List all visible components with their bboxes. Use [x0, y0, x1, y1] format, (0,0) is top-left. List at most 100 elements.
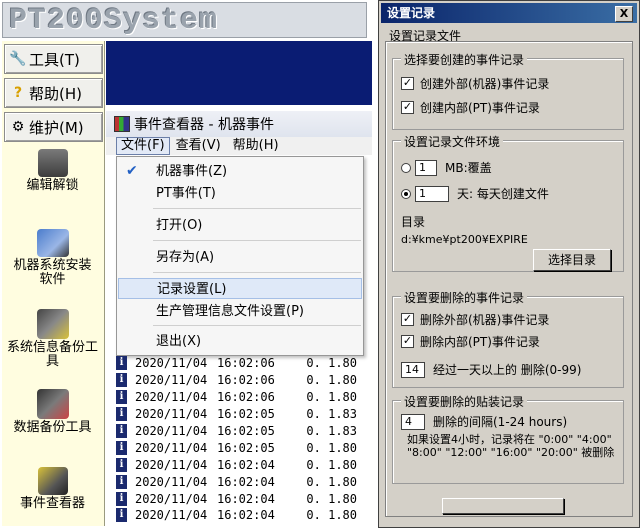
- checkbox-label: 创建外部(机器)事件记录: [420, 77, 550, 91]
- log-settings-dialog: 设置记录 X 设置记录文件 选择要创建的事件记录 ✓ 创建外部(机器)事件记录 …: [378, 0, 640, 528]
- directory-label: 目录: [401, 215, 426, 229]
- event-viewer-app-icon: [114, 116, 130, 132]
- menu-separator: [153, 208, 361, 209]
- log-row[interactable]: i 2020/11/04 16:02:05 0. 1.80: [116, 439, 366, 456]
- select-directory-button[interactable]: 选择目录: [533, 249, 611, 271]
- log-row[interactable]: i 2020/11/04 16:02:05 0. 1.83: [116, 406, 366, 423]
- tool-install-software[interactable]: 机器系统安装软件: [2, 229, 103, 287]
- menu-item-log-settings[interactable]: 记录设置(L): [118, 278, 362, 299]
- info-icon: i: [116, 508, 127, 523]
- interval-row: 4 删除的间隔(1-24 hours): [401, 413, 567, 430]
- tool-event-viewer-label: 事件查看器: [19, 496, 85, 511]
- dialog-title: 设置记录: [387, 6, 436, 20]
- event-log-list: i 2020/11/04 16:02:06 0. 1.80 i 2020/11/04 16:…: [116, 355, 366, 524]
- daily-file-option[interactable]: 1 天: 每天创建文件: [401, 185, 549, 202]
- log-date: 2020/11/04: [135, 373, 208, 388]
- tools-menu-button[interactable]: 🔧 工具(T): [4, 44, 103, 74]
- log-value: 0. 1.83: [306, 424, 357, 438]
- checkbox-checked-icon[interactable]: ✓: [401, 335, 414, 348]
- data-backup-icon: [36, 389, 69, 419]
- delete-internal-checkbox[interactable]: ✓ 删除内部(PT)事件记录: [401, 333, 540, 350]
- log-time: 16:02:04: [217, 508, 275, 523]
- delete-external-checkbox[interactable]: ✓ 删除外部(机器)事件记录: [401, 311, 549, 328]
- log-row[interactable]: i 2020/11/04 16:02:04 0. 1.80: [116, 456, 366, 473]
- log-row[interactable]: i 2020/11/04 16:02:04 0. 1.80: [116, 490, 366, 507]
- tools-menu-label: 工具(T): [29, 50, 80, 69]
- event-viewer-menubar: 文件(F) 查看(V) 帮助(H): [106, 137, 372, 155]
- menu-item-exit[interactable]: 退出(X): [118, 331, 362, 352]
- menu-item-production-info-settings[interactable]: 生产管理信息文件设置(P): [118, 301, 362, 322]
- menu-item-label: 机器事件(Z): [156, 164, 228, 179]
- menu-item-label: 另存为(A): [156, 250, 215, 265]
- maintenance-icon: ⚙: [11, 119, 25, 135]
- log-date: 2020/11/04: [135, 457, 208, 472]
- tool-event-viewer[interactable]: 事件查看器: [2, 467, 103, 511]
- close-icon: X: [619, 7, 629, 20]
- menu-item-open[interactable]: 打开(O): [118, 215, 362, 236]
- group-legend: 设置要删除的事件记录: [401, 289, 528, 306]
- maintenance-menu-label: 维护(M): [29, 118, 84, 137]
- info-icon: i: [116, 457, 127, 472]
- daily-days-input[interactable]: 1: [415, 185, 449, 202]
- checkbox-checked-icon[interactable]: ✓: [401, 313, 414, 326]
- log-time: 16:02:06: [217, 390, 275, 405]
- tool-data-backup-label: 数据备份工具: [13, 420, 92, 435]
- help-menu-button[interactable]: ? 帮助(H): [4, 78, 103, 108]
- tool-system-backup-label: 系统信息备份工具: [6, 340, 98, 369]
- tool-edit-unlock[interactable]: 编辑解锁: [2, 149, 103, 193]
- pt200-application: PT200System 🔧 工具(T) ? 帮助(H) ⚙ 维护(M) 编辑解锁…: [0, 0, 372, 528]
- log-date: 2020/11/04: [135, 424, 208, 438]
- log-file-env-group: 设置记录文件环境 1 MB:覆盖 1 天: 每天创建文件 目录 d:¥kme¥p…: [392, 133, 624, 272]
- menu-item-label: 退出(X): [156, 334, 202, 349]
- group-legend: 设置记录文件环境: [401, 133, 504, 150]
- info-icon: i: [116, 407, 127, 422]
- info-icon: i: [116, 474, 127, 489]
- info-icon: i: [116, 491, 127, 506]
- tool-install-software-label: 机器系统安装软件: [13, 258, 92, 287]
- log-value: 0. 1.80: [306, 440, 357, 455]
- info-icon: i: [116, 373, 127, 388]
- ok-button[interactable]: [442, 498, 564, 514]
- menu-help[interactable]: 帮助(H): [227, 138, 285, 154]
- log-row[interactable]: i 2020/11/04 16:02:05 0. 1.83: [116, 423, 366, 440]
- install-software-icon: [36, 229, 69, 257]
- maintenance-menu-button[interactable]: ⚙ 维护(M): [4, 112, 103, 142]
- tool-data-backup[interactable]: 数据备份工具: [2, 389, 103, 435]
- log-row[interactable]: i 2020/11/04 16:02:06 0. 1.80: [116, 372, 366, 389]
- close-button[interactable]: X: [615, 6, 633, 22]
- event-viewer-titlebar: 事件查看器 - 机器事件: [106, 111, 372, 137]
- file-menu-dropdown: ✔ 机器事件(Z) PT事件(T) 打开(O) 另存为(A) 记录设置(L) 生…: [116, 156, 364, 356]
- menu-separator: [153, 325, 361, 326]
- delete-days-input[interactable]: 14: [401, 361, 425, 378]
- interval-input[interactable]: 4: [401, 413, 425, 430]
- create-internal-checkbox[interactable]: ✓ 创建内部(PT)事件记录: [401, 99, 540, 116]
- log-value: 0. 1.80: [306, 457, 357, 472]
- menu-file[interactable]: 文件(F): [116, 137, 170, 155]
- overwrite-option[interactable]: 1 MB:覆盖: [401, 159, 492, 176]
- menu-item-pt-events[interactable]: PT事件(T): [118, 183, 362, 204]
- log-value: 0. 1.80: [306, 373, 357, 388]
- radio-button-selected[interactable]: [401, 188, 411, 199]
- menu-separator: [153, 240, 361, 241]
- delete-mount-group: 设置要删除的贴装记录 4 删除的间隔(1-24 hours) 如果设置4小时，记…: [392, 393, 624, 484]
- log-date: 2020/11/04: [135, 440, 208, 455]
- info-icon: i: [116, 440, 127, 455]
- overwrite-size-input[interactable]: 1: [415, 159, 437, 176]
- log-row[interactable]: i 2020/11/04 16:02:04 0. 1.80: [116, 507, 366, 524]
- log-row[interactable]: i 2020/11/04 16:02:06 0. 1.80: [116, 355, 366, 372]
- log-row[interactable]: i 2020/11/04 16:02:04 0. 1.80: [116, 473, 366, 490]
- radio-button[interactable]: [401, 162, 411, 173]
- create-external-checkbox[interactable]: ✓ 创建外部(机器)事件记录: [401, 75, 549, 92]
- tool-system-backup[interactable]: 系统信息备份工具: [2, 309, 103, 369]
- header-bar: [106, 41, 372, 105]
- menu-view[interactable]: 查看(V): [170, 138, 227, 154]
- system-backup-icon: [36, 309, 69, 339]
- log-time: 16:02:04: [217, 491, 275, 506]
- sidebar: 🔧 工具(T) ? 帮助(H) ⚙ 维护(M) 编辑解锁 机器系统安装软件 系统…: [2, 41, 105, 526]
- menu-item-machine-events[interactable]: ✔ 机器事件(Z): [118, 161, 362, 182]
- log-row[interactable]: i 2020/11/04 16:02:06 0. 1.80: [116, 389, 366, 406]
- menu-item-save-as[interactable]: 另存为(A): [118, 247, 362, 268]
- event-viewer-icon: [37, 467, 68, 495]
- checkbox-checked-icon[interactable]: ✓: [401, 101, 414, 114]
- checkbox-checked-icon[interactable]: ✓: [401, 77, 414, 90]
